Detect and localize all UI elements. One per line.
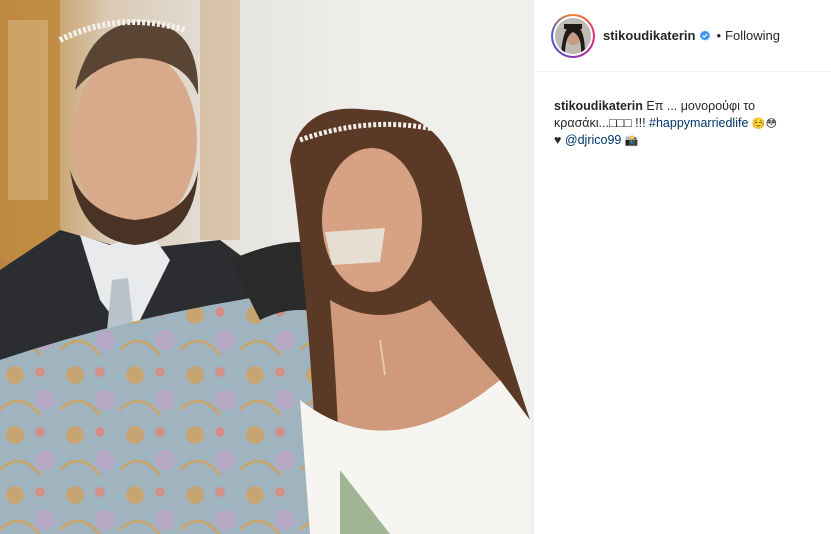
header-separator: • xyxy=(716,28,722,43)
post-header: stikoudikaterin • Following xyxy=(534,0,831,72)
post-sidebar: stikoudikaterin • Following stikoudikate… xyxy=(533,0,831,534)
smile-emoji-icon: ☺️😳 xyxy=(751,117,778,130)
following-button[interactable]: Following xyxy=(725,28,780,43)
wedding-photo-illustration xyxy=(0,0,533,534)
avatar[interactable] xyxy=(555,17,591,54)
post-caption: stikoudikaterin Επ ... μονορούφι το κρασ… xyxy=(554,98,816,149)
caption-username[interactable]: stikoudikaterin xyxy=(554,99,643,113)
caption-text-line1: Επ ... μονορούφι το xyxy=(646,99,756,113)
caption-text-line2: κρασάκι... xyxy=(554,116,609,130)
avatar-story-ring[interactable] xyxy=(551,13,595,58)
verified-badge-icon xyxy=(700,30,711,41)
caption-missing-glyphs: □□□ xyxy=(608,116,632,130)
post-photo[interactable] xyxy=(0,0,533,534)
heart-icon: ♥ xyxy=(554,133,562,147)
avatar-image-icon xyxy=(555,17,591,54)
caption-exclamation: !!! xyxy=(635,116,646,130)
camera-emoji-icon: 📸 xyxy=(624,134,639,147)
mention-link[interactable]: @djrico99 xyxy=(565,133,621,147)
hashtag-link[interactable]: #happymarriedlife xyxy=(649,116,748,130)
post-username[interactable]: stikoudikaterin xyxy=(603,28,695,43)
